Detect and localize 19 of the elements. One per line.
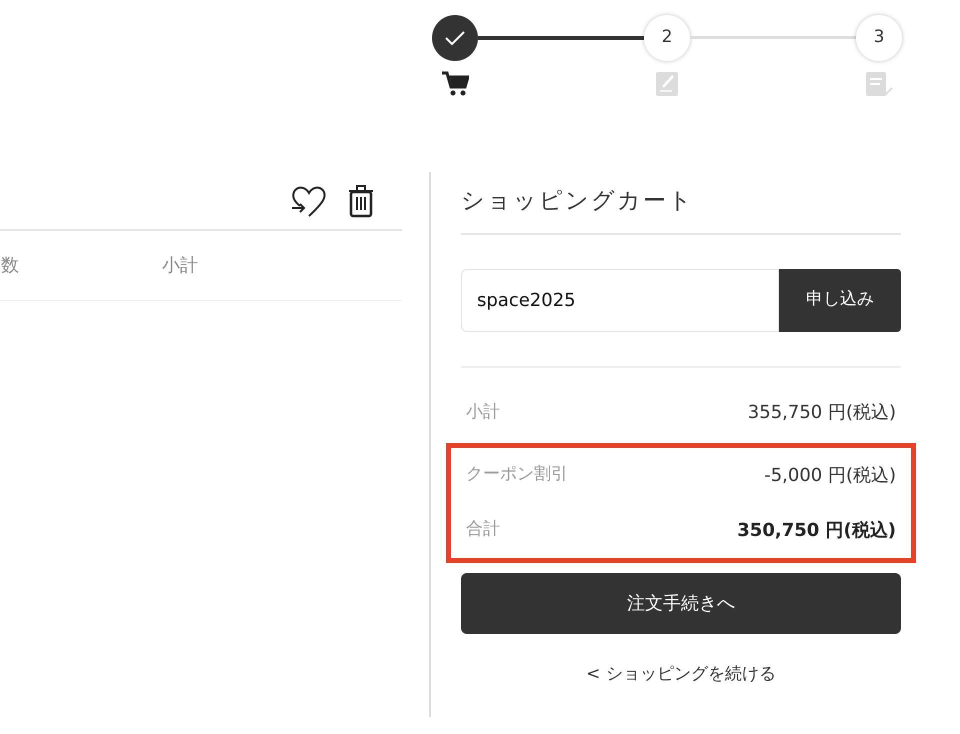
coupon-field[interactable]: space2025 bbox=[461, 268, 779, 332]
checkout-button[interactable]: 注文手続きへ bbox=[461, 572, 901, 634]
trash-icon[interactable] bbox=[348, 184, 374, 218]
cart-icon bbox=[441, 71, 469, 97]
document-pen-icon bbox=[655, 71, 679, 97]
check-icon bbox=[444, 30, 466, 46]
document-check-icon bbox=[865, 71, 893, 97]
summary-amount: 350,750 円(税込) bbox=[737, 518, 896, 542]
summary-amount: 355,750 円(税込) bbox=[748, 401, 896, 425]
apply-button[interactable]: 申し込み bbox=[779, 268, 901, 332]
cart-title: ショッピングカート bbox=[461, 172, 901, 234]
summary-label: 合計 bbox=[466, 518, 500, 542]
heart-arrow-icon[interactable] bbox=[290, 184, 328, 218]
column-header: 数 bbox=[1, 254, 20, 278]
continue-shopping-link[interactable]: < ショッピングを続ける bbox=[586, 662, 776, 687]
summary-label: クーポン割引 bbox=[466, 463, 568, 486]
summary-amount: -5,000 円(税込) bbox=[764, 464, 896, 488]
column-header: 小計 bbox=[162, 254, 198, 278]
summary-label: 小計 bbox=[466, 400, 500, 424]
